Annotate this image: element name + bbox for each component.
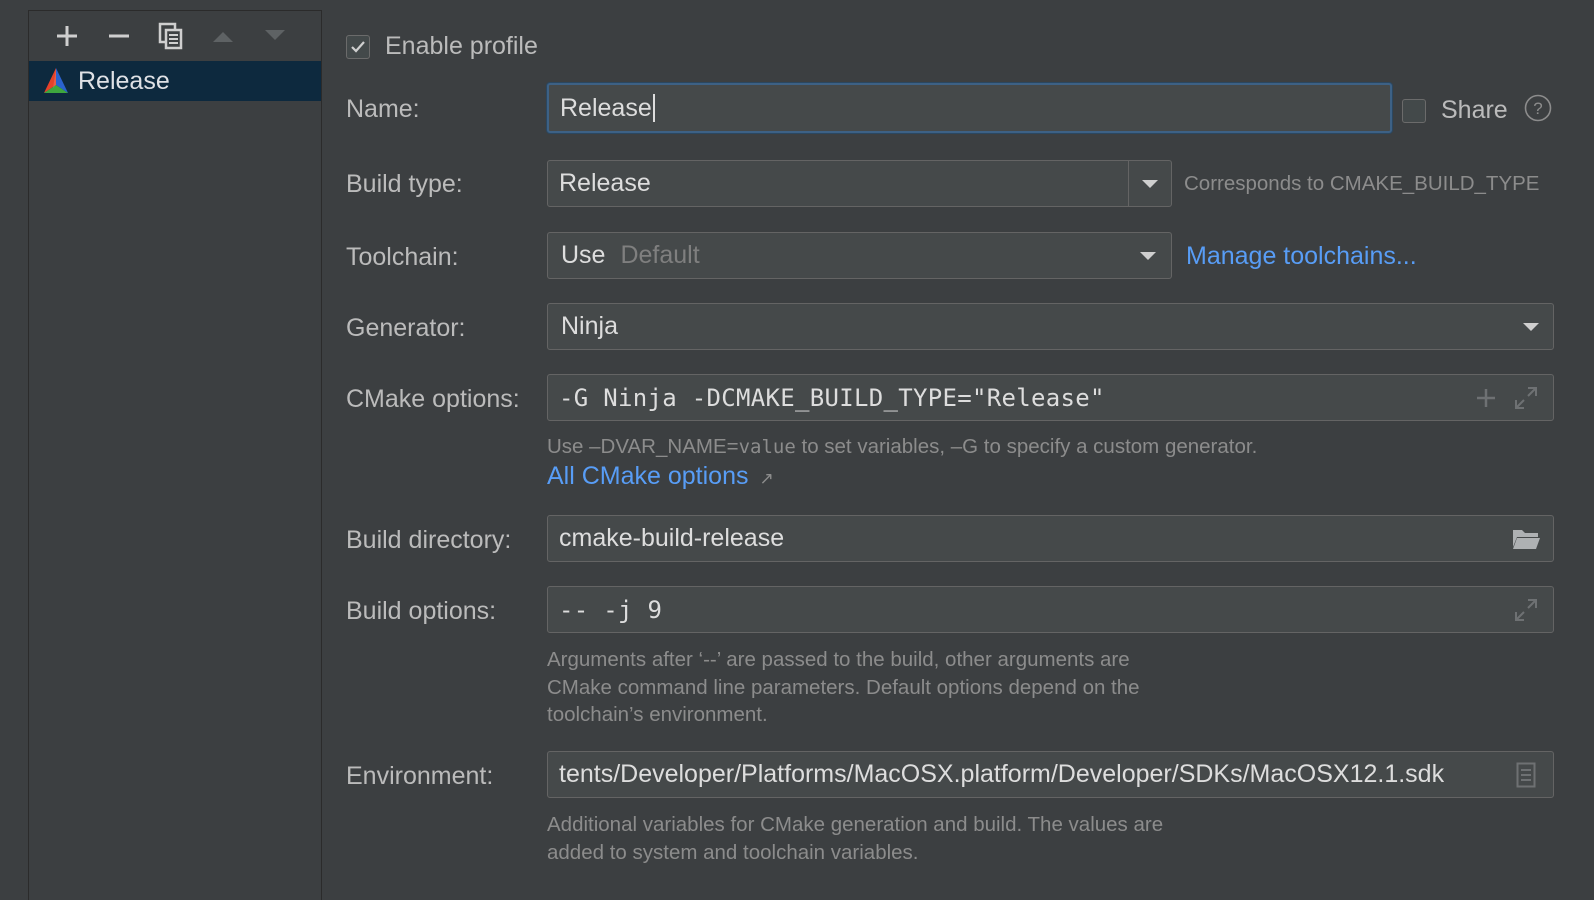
remove-profile-button[interactable] [93,16,145,56]
move-up-icon [213,32,233,42]
name-value: Release [560,93,652,122]
cmake-options-input[interactable]: -G Ninja -DCMAKE_BUILD_TYPE="Release" [547,374,1554,421]
copy-profile-button[interactable] [145,16,197,56]
hint-line: Arguments after ‘--’ are passed to the b… [547,648,1130,671]
add-profile-button[interactable] [41,16,93,56]
share-row: Share [1402,96,1508,125]
enable-profile-checkbox[interactable] [346,34,370,59]
build-options-hint: Arguments after ‘--’ are passed to the b… [547,646,1140,729]
all-cmake-options-link[interactable]: All CMake options ↗ [547,462,774,491]
cmake-hint-text-2: to set variables, –G to specify a custom… [795,435,1258,458]
build-options-label: Build options: [346,597,497,625]
hint-line: added to system and toolchain variables. [547,840,919,864]
build-type-value: Release [559,169,651,197]
generator-dropdown-arrow [1509,304,1553,349]
check-icon [351,40,365,53]
browse-folder-button[interactable] [1507,516,1545,561]
hint-line: CMake command line parameters. Default o… [547,675,1140,699]
build-type-dropdown-button[interactable] [1128,161,1171,206]
environment-input[interactable]: tents/Developer/Platforms/MacOSX.platfor… [547,751,1554,798]
cmake-options-value: -G Ninja -DCMAKE_BUILD_TYPE="Release" [559,383,1105,412]
cmake-hint-text-1: Use –DVAR_NAME= [547,435,739,458]
hint-line: Additional variables for CMake generatio… [547,813,1164,836]
toolchain-dropdown-arrow [1125,233,1171,278]
help-button[interactable]: ? [1524,94,1552,122]
toolchain-label: Toolchain: [346,243,459,271]
chevron-down-icon [1142,179,1158,188]
profiles-toolbar [29,11,321,61]
cmake-hint-code: value [738,436,796,458]
environment-hint: Additional variables for CMake generatio… [547,811,1163,866]
move-down-button[interactable] [249,16,301,56]
build-type-label: Build type: [346,170,463,198]
insert-macro-button[interactable] [1469,375,1503,420]
help-icon: ? [1524,94,1552,122]
expand-icon [1515,598,1537,621]
generator-label: Generator: [346,314,466,342]
expand-button[interactable] [1509,375,1543,420]
edit-environment-button[interactable] [1509,752,1543,797]
cmake-options-label: CMake options: [346,385,520,413]
move-up-button[interactable] [197,16,249,56]
name-input[interactable]: Release [547,83,1392,133]
cmake-logo-icon [44,68,68,93]
manage-toolchains-link[interactable]: Manage toolchains... [1186,242,1417,271]
chevron-down-icon [1523,322,1539,331]
build-type-hint: Corresponds to CMAKE_BUILD_TYPE [1184,172,1540,195]
share-checkbox[interactable] [1402,98,1426,123]
build-options-value: -- -j 9 [559,595,663,624]
build-directory-input[interactable]: cmake-build-release [547,515,1554,562]
remove-icon [109,34,129,38]
document-icon [1516,762,1536,787]
profile-label: Release [78,66,170,95]
folder-icon [1513,529,1540,549]
environment-value: tents/Developer/Platforms/MacOSX.platfor… [559,760,1445,788]
enable-profile-row: Enable profile [346,32,538,61]
generator-select[interactable]: Ninja [547,303,1554,350]
add-icon [57,26,77,46]
svg-text:?: ? [1533,99,1542,118]
chevron-down-icon [1140,251,1156,260]
profile-list-item-release[interactable]: Release [29,61,321,101]
share-label: Share [1441,96,1508,124]
enable-profile-label: Enable profile [385,32,538,60]
hint-line: toolchain’s environment. [547,703,768,726]
generator-value: Ninja [561,312,618,340]
copy-icon [158,22,183,50]
expand-icon [1515,386,1537,409]
build-type-select[interactable]: Release [547,160,1172,207]
external-link-icon: ↗ [759,469,774,488]
expand-button[interactable] [1509,587,1543,632]
cmake-options-hint: Use –DVAR_NAME=value to set variables, –… [547,433,1257,462]
build-directory-value: cmake-build-release [559,524,785,552]
text-cursor [652,94,655,122]
add-icon [1477,388,1495,407]
move-down-icon [265,30,285,40]
profiles-panel: Release [28,10,322,900]
all-cmake-options-label: All CMake options [547,462,749,490]
toolchain-select[interactable]: Use Default [547,232,1172,279]
name-label: Name: [346,95,420,123]
toolchain-value: Default [620,241,700,269]
toolchain-use-text: Use [561,241,606,269]
build-directory-label: Build directory: [346,526,512,554]
environment-label: Environment: [346,762,494,790]
build-options-input[interactable]: -- -j 9 [547,586,1554,633]
